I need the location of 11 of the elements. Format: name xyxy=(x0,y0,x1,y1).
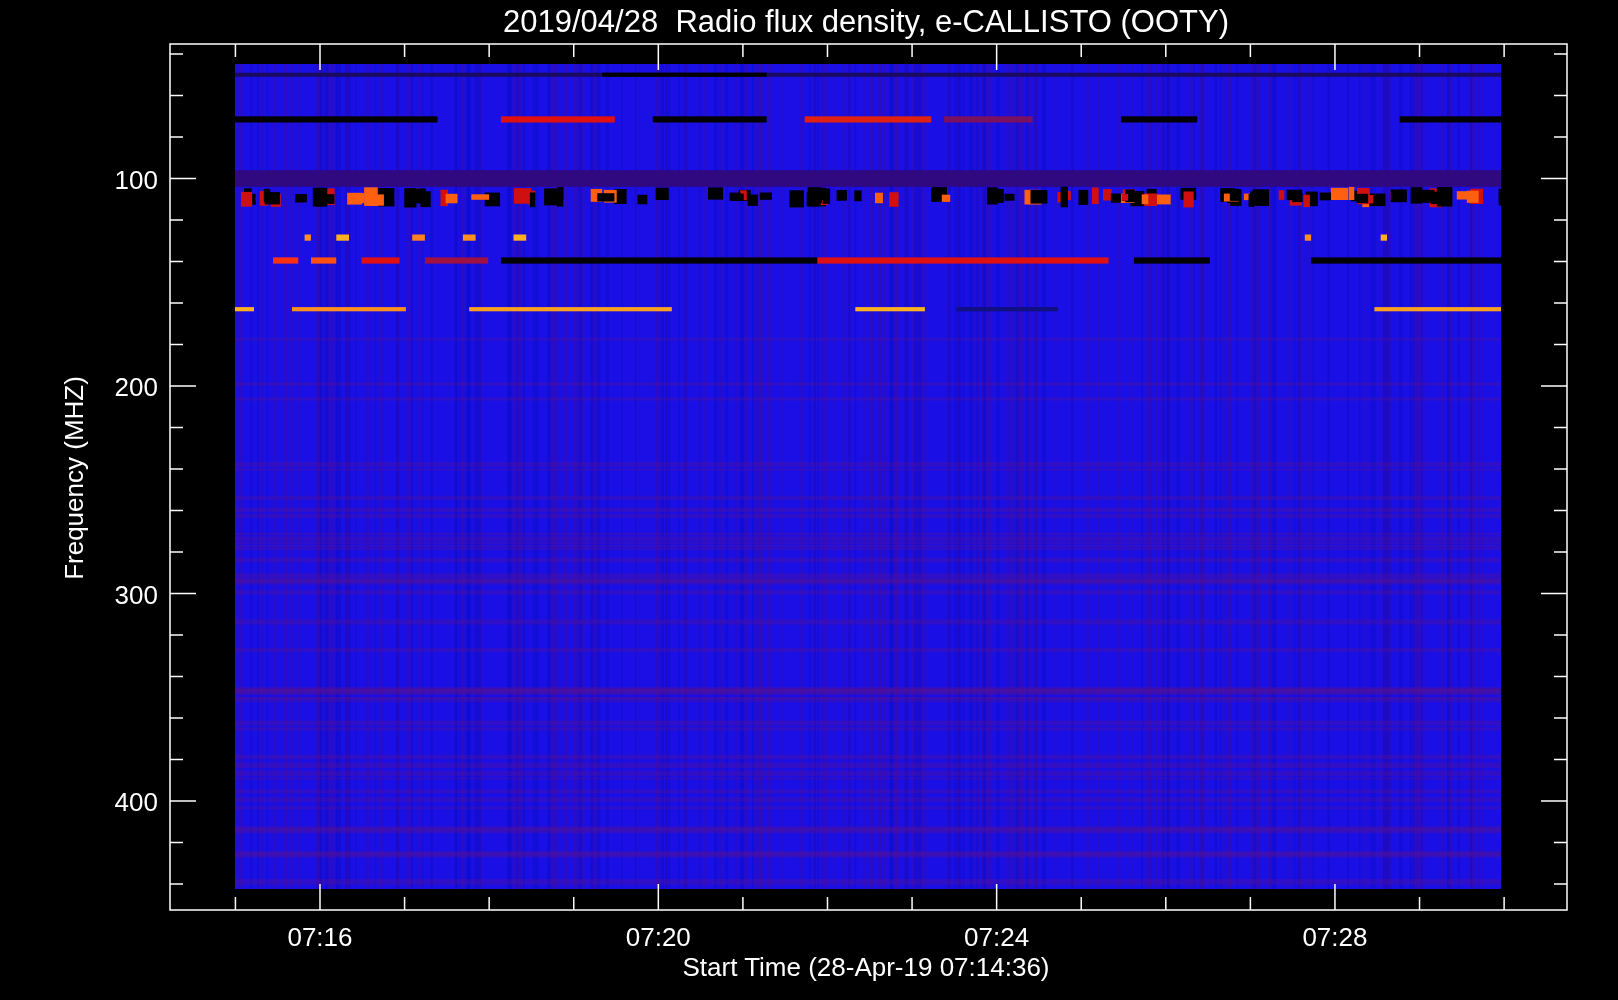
x-tick-label: 07:24 xyxy=(964,922,1030,952)
x-tick-label: 07:28 xyxy=(1302,922,1368,952)
y-tick-label: 100 xyxy=(114,164,158,195)
x-tick-label: 07:20 xyxy=(625,922,691,952)
y-tick-label: 400 xyxy=(114,787,158,817)
x-axis-label: Start Time (28-Apr-19 07:14:36) xyxy=(682,952,1050,982)
x-tick-label: 07:16 xyxy=(287,922,353,952)
y-tick-label: 300 xyxy=(114,579,158,610)
chart-title: 2019/04/28 Radio flux density, e-CALLISTO (OOTY) xyxy=(503,4,1229,39)
y-tick-label: 200 xyxy=(114,372,158,402)
y-axis-label: Frequency (MHZ) xyxy=(59,376,89,580)
